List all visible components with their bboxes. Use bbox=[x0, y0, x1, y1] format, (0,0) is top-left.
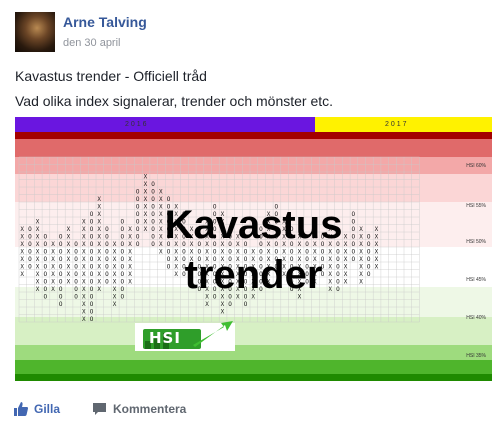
pf-mark: X bbox=[82, 301, 86, 308]
pf-mark: X bbox=[159, 196, 163, 203]
pf-mark: X bbox=[82, 308, 86, 315]
pf-mark: O bbox=[136, 188, 140, 195]
pf-mark: X bbox=[144, 173, 148, 180]
level-label-60: HSI 60% bbox=[466, 163, 486, 169]
post-image[interactable]: 2016 2017 XXXXXXXOOOOOOXXXXXXXXXXOOOOOOO… bbox=[15, 117, 492, 381]
pf-mark: O bbox=[90, 316, 94, 323]
pf-mark: O bbox=[151, 188, 155, 195]
level-label-35: HSI 35% bbox=[466, 353, 486, 359]
pf-mark: X bbox=[159, 188, 163, 195]
author-name[interactable]: Arne Talving bbox=[63, 14, 147, 30]
post-title: Kavastus trender - Officiell tråd bbox=[15, 68, 207, 84]
like-button[interactable]: Gilla bbox=[14, 402, 60, 416]
pf-mark: X bbox=[221, 308, 225, 315]
pf-mark: O bbox=[136, 196, 140, 203]
level-label-40: HSI 40% bbox=[466, 315, 486, 321]
pf-mark: X bbox=[144, 196, 148, 203]
post-subtitle: Vad olika index signalerar, trender och … bbox=[15, 93, 334, 109]
pf-mark: O bbox=[90, 301, 94, 308]
overlay-title-line2: trender bbox=[184, 253, 323, 297]
thumbs-up-icon bbox=[14, 402, 28, 416]
comment-button[interactable]: Kommentera bbox=[92, 402, 186, 416]
pf-mark: X bbox=[144, 181, 148, 188]
pf-mark: O bbox=[167, 196, 171, 203]
pf-mark: O bbox=[151, 196, 155, 203]
overlay-title-line1: Kavastus bbox=[164, 203, 343, 247]
author-avatar[interactable] bbox=[15, 12, 55, 52]
post-actions-bar: Gilla Kommentera bbox=[0, 394, 503, 424]
comment-label: Kommentera bbox=[113, 402, 187, 416]
pf-mark: X bbox=[205, 301, 209, 308]
post-date[interactable]: den 30 april bbox=[63, 37, 121, 49]
pf-mark: X bbox=[97, 196, 101, 203]
pf-mark: O bbox=[228, 301, 232, 308]
pf-mark: X bbox=[144, 188, 148, 195]
facebook-post: Arne Talving den 30 april Kavastus trend… bbox=[0, 0, 503, 424]
hsi-logo-text: HSI bbox=[149, 329, 181, 347]
pf-mark: O bbox=[244, 301, 248, 308]
like-label: Gilla bbox=[34, 402, 61, 416]
hsi-logo: HSI bbox=[135, 317, 235, 355]
pf-mark: O bbox=[151, 181, 155, 188]
pf-mark: X bbox=[221, 301, 225, 308]
comment-icon bbox=[93, 403, 106, 415]
point-figure-grid: XXXXXXXOOOOOOXXXXXXXXXXOOOOOOOOOXXXXXXXO… bbox=[18, 156, 420, 323]
pf-mark: X bbox=[82, 316, 86, 323]
pf-mark: O bbox=[90, 308, 94, 315]
pf-mark: X bbox=[113, 301, 117, 308]
pf-mark: O bbox=[59, 301, 63, 308]
